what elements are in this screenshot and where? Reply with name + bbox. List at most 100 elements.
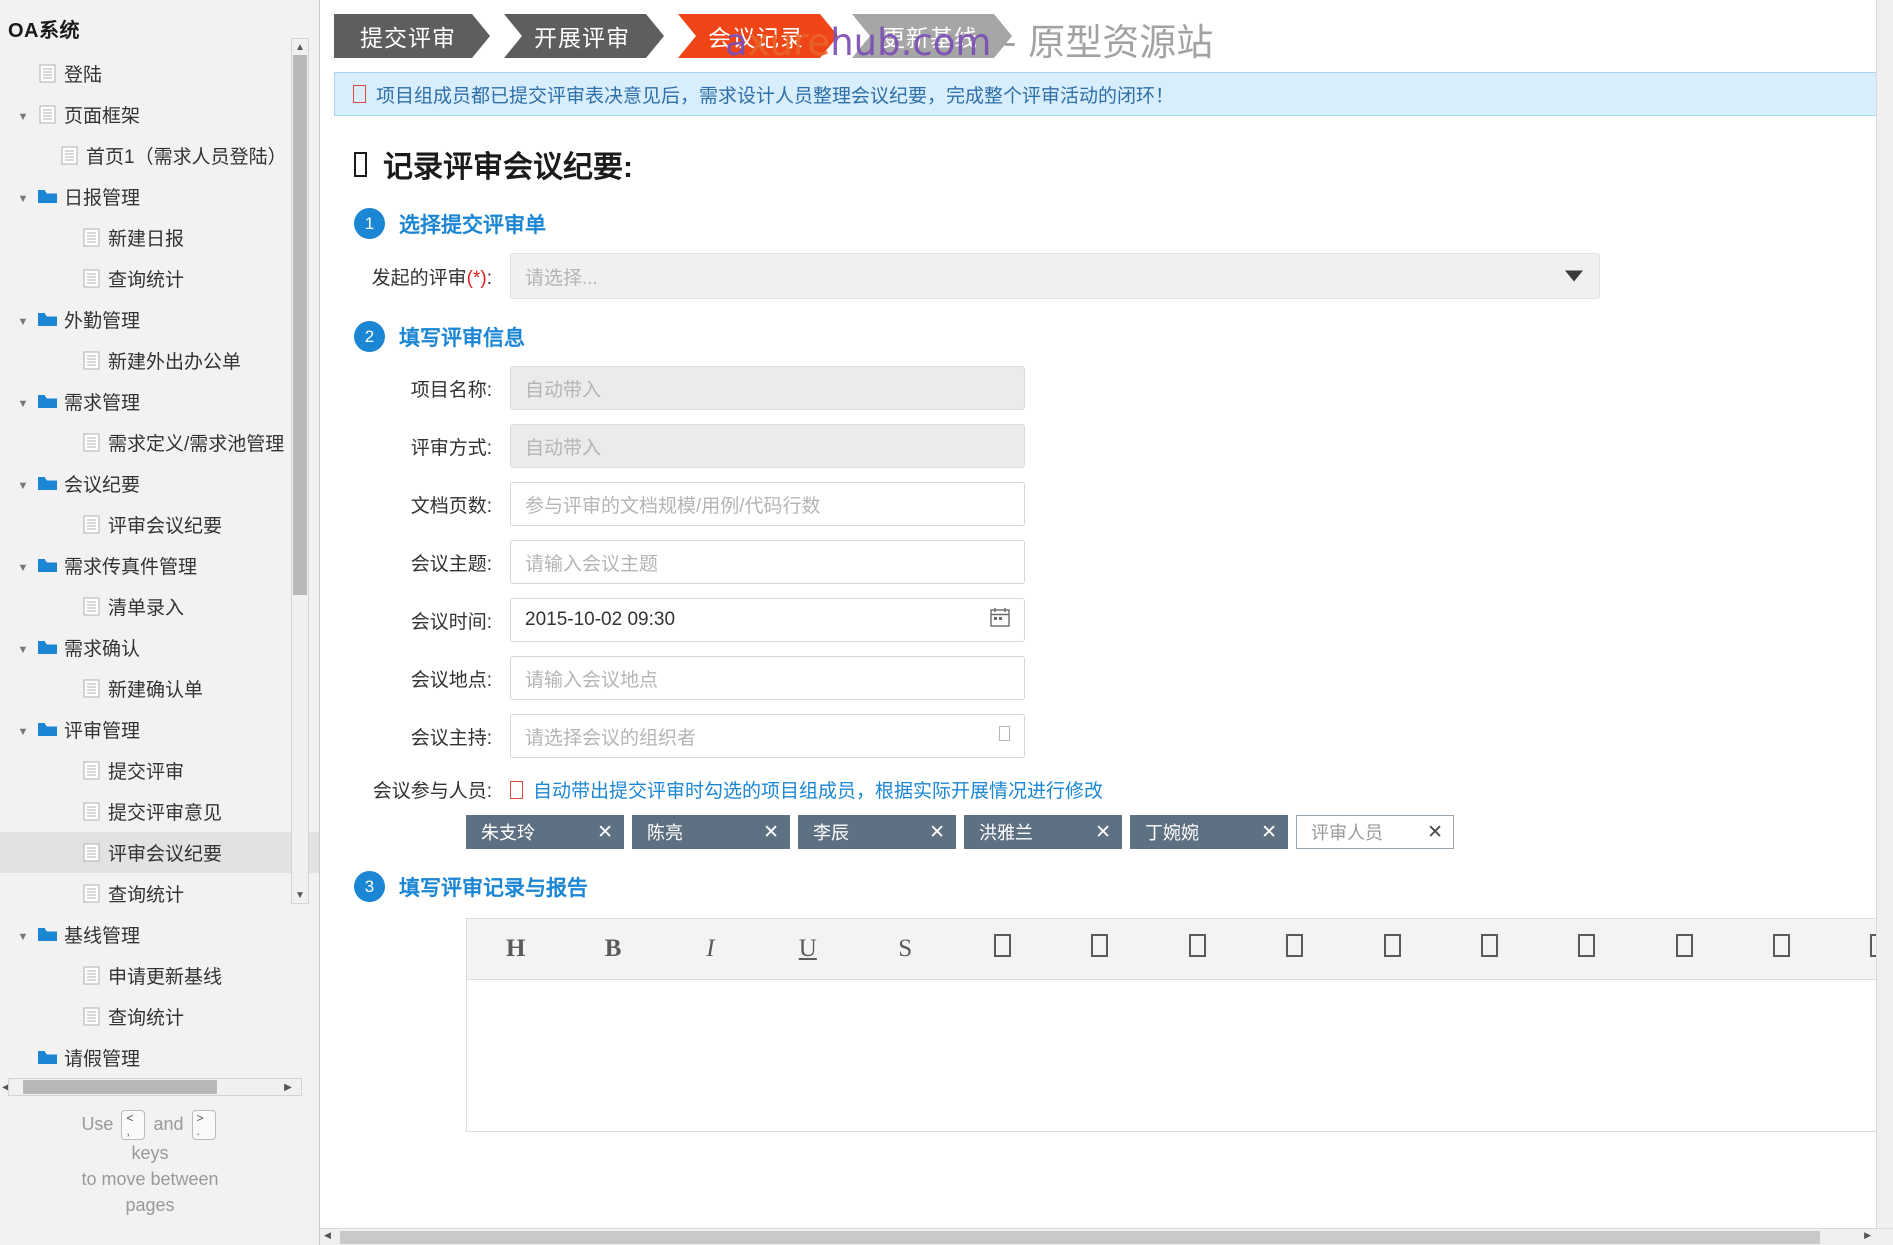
scroll-up-icon[interactable]: ▲ xyxy=(292,39,308,55)
editor-tool-11[interactable] xyxy=(1538,934,1635,964)
form-row-5: 会议地点: 请输入会议地点 xyxy=(320,656,1893,700)
sidebar-vertical-scrollbar[interactable]: ▲ ▼ xyxy=(291,38,309,904)
main-hscroll-thumb[interactable] xyxy=(340,1231,1820,1244)
step-2[interactable]: 开展评审 xyxy=(504,14,664,58)
sidebar-item-10[interactable]: ▼ 会议纪要 xyxy=(0,463,319,504)
sidebar-item-7[interactable]: 新建外出办公单 xyxy=(0,340,319,381)
sidebar-item-17[interactable]: 提交评审 xyxy=(0,750,319,791)
review-select-dropdown[interactable]: 请选择... xyxy=(510,253,1600,299)
editor-tool-5[interactable] xyxy=(954,934,1051,964)
field-input-3[interactable]: 请输入会议主题 xyxy=(510,540,1025,584)
remove-participant-icon[interactable]: ✕ xyxy=(1095,821,1111,844)
sidebar-item-4[interactable]: 新建日报 xyxy=(0,217,319,258)
sidebar-item-22[interactable]: 申请更新基线 xyxy=(0,955,319,996)
step-breadcrumb[interactable]: 提交评审 开展评审 会议记录 更新基线 xyxy=(334,14,1893,58)
participant-tag-3[interactable]: 洪雅兰 ✕ xyxy=(964,815,1122,849)
sidebar-item-1[interactable]: ▼ 页面框架 xyxy=(0,94,319,135)
sidebar-item-9[interactable]: 需求定义/需求池管理 xyxy=(0,422,319,463)
editor-tool-13[interactable] xyxy=(1733,934,1830,964)
field-input-1: 自动带入 xyxy=(510,424,1025,468)
main-scroll-left-icon[interactable]: ◀ xyxy=(324,1230,331,1241)
sidebar-horizontal-scrollbar[interactable] xyxy=(8,1078,302,1096)
step-4[interactable]: 更新基线 xyxy=(852,14,1012,58)
sidebar-item-16[interactable]: ▼ 评审管理 xyxy=(0,709,319,750)
clear-participant-input-icon[interactable]: ✕ xyxy=(1427,821,1443,844)
sidebar-item-8[interactable]: ▼ 需求管理 xyxy=(0,381,319,422)
calendar-icon[interactable] xyxy=(990,607,1010,633)
sidebar-item-5[interactable]: 查询统计 xyxy=(0,258,319,299)
tree-toggle-icon[interactable]: ▼ xyxy=(12,309,34,331)
person-picker-icon[interactable] xyxy=(999,725,1010,747)
participant-tag-2[interactable]: 李辰 ✕ xyxy=(798,815,956,849)
sidebar-item-label: 页面框架 xyxy=(64,106,141,127)
sidebar-item-24[interactable]: 请假管理 xyxy=(0,1037,319,1078)
sidebar-item-15[interactable]: 新建确认单 xyxy=(0,668,319,709)
editor-tool-1[interactable]: B xyxy=(564,935,661,963)
sidebar-tree[interactable]: 登陆 ▼ 页面框架 首页1（需求人员登陆） ▼ 日报管理 新建日报 查询统计 ▼ 外勤管理 新建外出… xyxy=(0,53,319,1078)
participant-tag-0[interactable]: 朱支玲 ✕ xyxy=(466,815,624,849)
form-row-0: 项目名称: 自动带入 xyxy=(320,366,1893,410)
sidebar-item-0[interactable]: 登陆 xyxy=(0,53,319,94)
editor-tool-4[interactable]: S xyxy=(857,935,954,963)
editor-tool-12[interactable] xyxy=(1636,934,1733,964)
editor-tool-3[interactable]: U xyxy=(759,935,856,963)
scroll-down-icon[interactable]: ▼ xyxy=(292,887,308,903)
tree-toggle-icon[interactable]: ▼ xyxy=(12,719,34,741)
folder-icon xyxy=(34,721,60,738)
sidebar-hscroll-thumb[interactable] xyxy=(23,1080,217,1094)
review-select-placeholder: 请选择... xyxy=(525,267,598,289)
tree-toggle-icon[interactable]: ▼ xyxy=(12,391,34,413)
sidebar-item-13[interactable]: 清单录入 xyxy=(0,586,319,627)
editor-tool-6[interactable] xyxy=(1051,934,1148,964)
sidebar-item-12[interactable]: ▼ 需求传真件管理 xyxy=(0,545,319,586)
sidebar-item-21[interactable]: ▼ 基线管理 xyxy=(0,914,319,955)
scroll-right-icon[interactable]: ▶ xyxy=(280,1078,296,1096)
tree-toggle-icon[interactable]: ▼ xyxy=(12,186,34,208)
step-1[interactable]: 提交评审 xyxy=(334,14,490,58)
sidebar-item-14[interactable]: ▼ 需求确认 xyxy=(0,627,319,668)
editor-tool-7[interactable] xyxy=(1149,934,1246,964)
sidebar-title: OA系统 xyxy=(8,20,80,42)
sidebar-item-19[interactable]: 评审会议纪要 xyxy=(0,832,319,873)
step-3[interactable]: 会议记录 xyxy=(678,14,838,58)
remove-participant-icon[interactable]: ✕ xyxy=(763,821,779,844)
field-input-4[interactable]: 2015-10-02 09:30 xyxy=(510,598,1025,642)
add-participant-input[interactable]: 评审人员 ✕ xyxy=(1296,815,1454,849)
editor-toolbar[interactable]: HBIUS xyxy=(466,918,1893,980)
remove-participant-icon[interactable]: ✕ xyxy=(597,821,613,844)
editor-tool-2[interactable]: I xyxy=(662,935,759,963)
editor-tool-8[interactable] xyxy=(1246,934,1343,964)
help-line-2: keys xyxy=(131,1143,169,1163)
editor-tool-0[interactable]: H xyxy=(467,935,564,963)
sidebar-item-3[interactable]: ▼ 日报管理 xyxy=(0,176,319,217)
tree-toggle-icon[interactable]: ▼ xyxy=(12,104,34,126)
editor-tool-10[interactable] xyxy=(1441,934,1538,964)
editor-tool-9[interactable] xyxy=(1343,934,1440,964)
field-input-2[interactable]: 参与评审的文档规模/用例/代码行数 xyxy=(510,482,1025,526)
main-scroll-right-icon[interactable]: ▶ xyxy=(1864,1230,1871,1241)
chevron-down-icon[interactable] xyxy=(1565,270,1583,282)
sidebar-item-2[interactable]: 首页1（需求人员登陆） xyxy=(0,135,319,176)
main-horizontal-scrollbar[interactable]: ◀ ▶ xyxy=(320,1228,1893,1245)
sidebar-item-label: 评审管理 xyxy=(64,721,141,742)
participant-tag-list[interactable]: 朱支玲 ✕ 陈亮 ✕ 李辰 ✕ 洪雅兰 ✕ 丁婉婉 ✕ 评审人员 ✕ xyxy=(466,815,1893,849)
tree-toggle-icon[interactable]: ▼ xyxy=(12,924,34,946)
main-vertical-scrollbar[interactable] xyxy=(1876,0,1893,1228)
remove-participant-icon[interactable]: ✕ xyxy=(1261,821,1277,844)
sidebar-item-label: 申请更新基线 xyxy=(108,967,223,988)
sidebar-scroll-thumb[interactable] xyxy=(293,55,307,595)
sidebar-item-6[interactable]: ▼ 外勤管理 xyxy=(0,299,319,340)
sidebar-item-20[interactable]: 查询统计 xyxy=(0,873,319,914)
tree-toggle-icon[interactable]: ▼ xyxy=(12,555,34,577)
sidebar-item-23[interactable]: 查询统计 xyxy=(0,996,319,1037)
tree-toggle-icon[interactable]: ▼ xyxy=(12,473,34,495)
sidebar-item-18[interactable]: 提交评审意见 xyxy=(0,791,319,832)
editor-text-area[interactable] xyxy=(466,980,1893,1132)
remove-participant-icon[interactable]: ✕ xyxy=(929,821,945,844)
tree-toggle-icon[interactable]: ▼ xyxy=(12,637,34,659)
field-input-5[interactable]: 请输入会议地点 xyxy=(510,656,1025,700)
participant-tag-1[interactable]: 陈亮 ✕ xyxy=(632,815,790,849)
participant-tag-4[interactable]: 丁婉婉 ✕ xyxy=(1130,815,1288,849)
field-input-6[interactable]: 请选择会议的组织者 xyxy=(510,714,1025,758)
sidebar-item-11[interactable]: 评审会议纪要 xyxy=(0,504,319,545)
